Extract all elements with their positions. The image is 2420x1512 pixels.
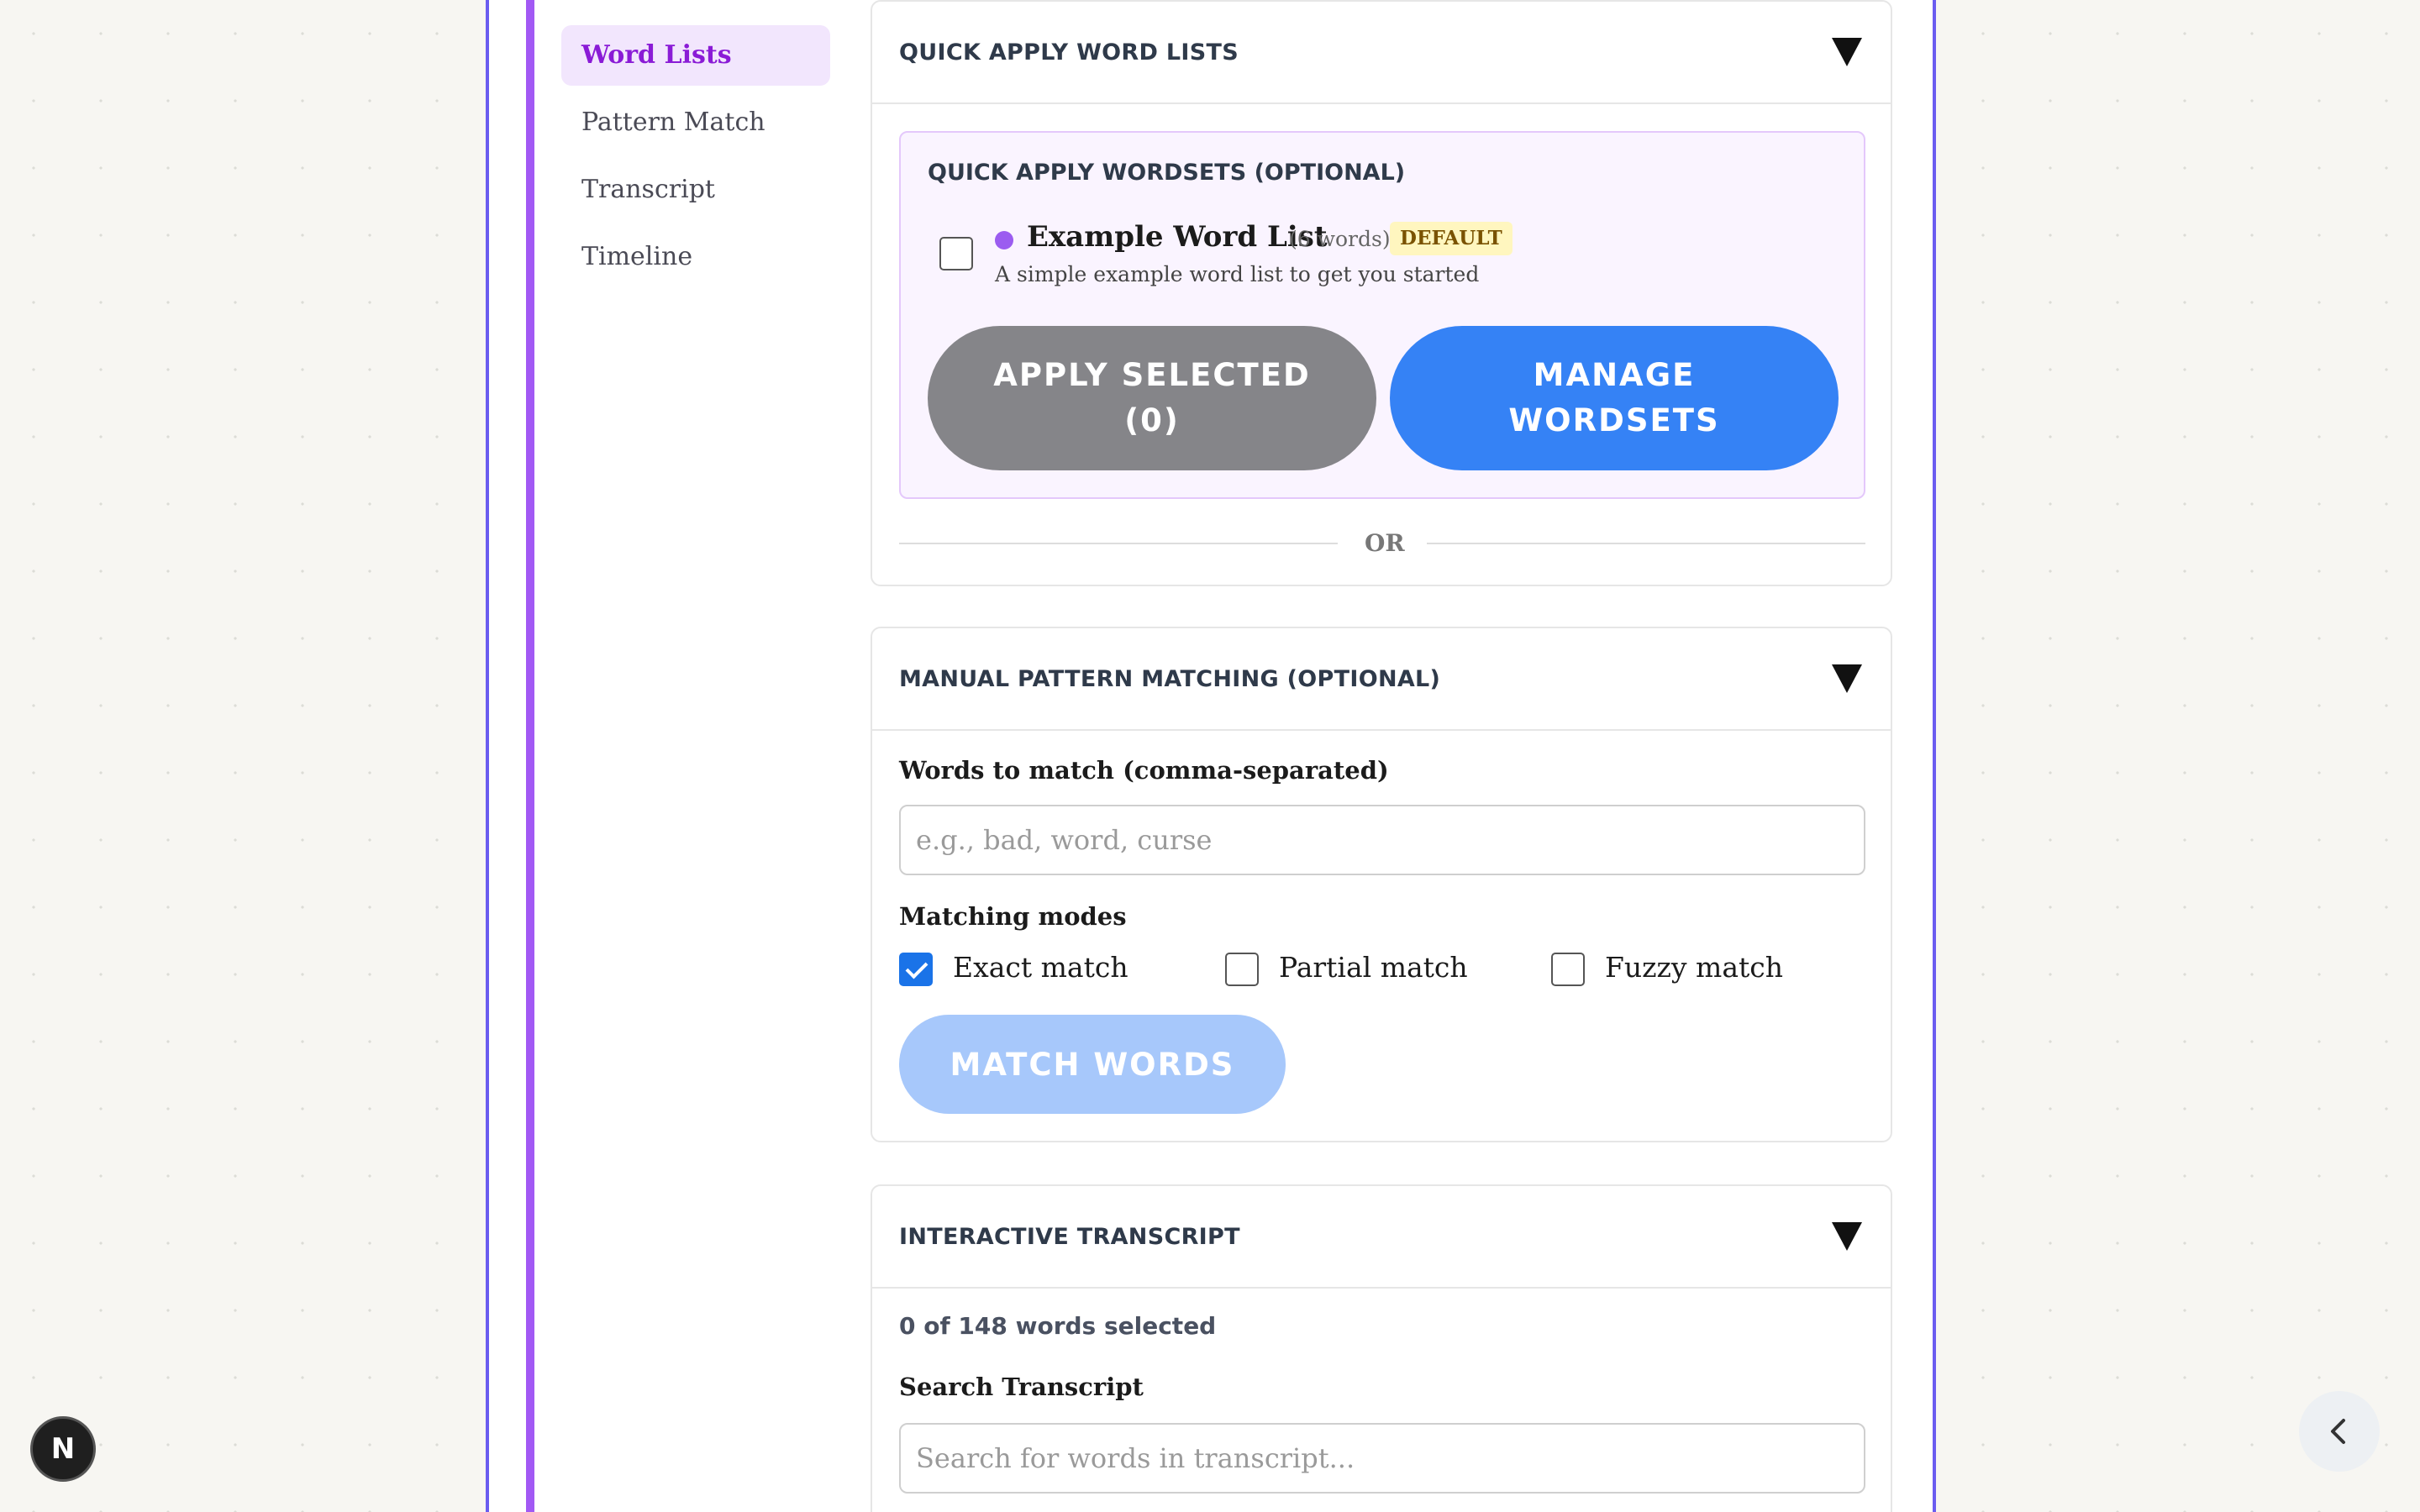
wordset-color-dot bbox=[995, 231, 1013, 249]
search-transcript-input[interactable] bbox=[899, 1423, 1865, 1494]
collapse-caret-icon[interactable] bbox=[1832, 664, 1862, 693]
nextjs-badge[interactable]: N bbox=[30, 1416, 96, 1482]
transcript-panel: INTERACTIVE TRANSCRIPT 0 of 148 words se… bbox=[871, 1184, 1892, 1512]
manage-wordsets-button[interactable]: MANAGE WORDSETS bbox=[1390, 326, 1839, 470]
sidebar-item-word-lists[interactable]: Word Lists bbox=[561, 25, 830, 86]
sidebar-item-transcript[interactable]: Transcript bbox=[561, 160, 830, 220]
sidebar-item-timeline[interactable]: Timeline bbox=[561, 227, 830, 287]
fuzzy-match-label: Fuzzy match bbox=[1605, 951, 1784, 984]
divider-line-right bbox=[1427, 543, 1865, 544]
exact-match-checkbox[interactable] bbox=[899, 953, 933, 986]
chevron-left-icon bbox=[2331, 1419, 2345, 1444]
wordset-count: (6 words) bbox=[1289, 227, 1391, 251]
quick-apply-title: QUICK APPLY WORD LISTS bbox=[899, 39, 1239, 66]
wordset-description: A simple example word list to get you st… bbox=[995, 262, 1480, 286]
divider-line-left bbox=[899, 543, 1338, 544]
wordset-name: Example Word List bbox=[1027, 220, 1328, 254]
or-divider: OR bbox=[899, 528, 1865, 561]
or-text: OR bbox=[1365, 529, 1405, 557]
match-words-button[interactable]: MATCH WORDS bbox=[899, 1015, 1286, 1114]
pattern-matching-title: MANUAL PATTERN MATCHING (OPTIONAL) bbox=[899, 665, 1441, 692]
transcript-header[interactable]: INTERACTIVE TRANSCRIPT bbox=[872, 1186, 1891, 1289]
fuzzy-match-checkbox[interactable] bbox=[1551, 953, 1585, 986]
words-selected-count: 0 of 148 words selected bbox=[899, 1312, 1217, 1340]
default-badge: DEFAULT bbox=[1390, 222, 1512, 255]
accent-bar bbox=[526, 0, 534, 1512]
search-transcript-label: Search Transcript bbox=[899, 1373, 1144, 1401]
transcript-title: INTERACTIVE TRANSCRIPT bbox=[899, 1223, 1240, 1250]
quick-apply-panel: QUICK APPLY WORD LISTS QUICK APPLY WORDS… bbox=[871, 0, 1892, 586]
wordset-checkbox[interactable] bbox=[939, 237, 973, 270]
matching-modes-label: Matching modes bbox=[899, 902, 1127, 931]
exact-match-label: Exact match bbox=[953, 951, 1128, 984]
pattern-matching-panel: MANUAL PATTERN MATCHING (OPTIONAL) Words… bbox=[871, 627, 1892, 1142]
collapse-caret-icon[interactable] bbox=[1832, 38, 1862, 66]
pattern-matching-header[interactable]: MANUAL PATTERN MATCHING (OPTIONAL) bbox=[872, 628, 1891, 731]
wordsets-box: QUICK APPLY WORDSETS (OPTIONAL) Example … bbox=[899, 131, 1865, 499]
words-to-match-label: Words to match (comma-separated) bbox=[899, 756, 1389, 785]
quick-apply-header[interactable]: QUICK APPLY WORD LISTS bbox=[872, 2, 1891, 104]
words-to-match-input[interactable] bbox=[899, 805, 1865, 875]
partial-match-label: Partial match bbox=[1279, 951, 1468, 984]
apply-selected-button[interactable]: APPLY SELECTED (0) bbox=[928, 326, 1376, 470]
collapse-panel-button[interactable] bbox=[2299, 1391, 2380, 1472]
sidebar-item-pattern-match[interactable]: Pattern Match bbox=[561, 92, 830, 153]
wordsets-title: QUICK APPLY WORDSETS (OPTIONAL) bbox=[928, 160, 1406, 186]
partial-match-checkbox[interactable] bbox=[1225, 953, 1259, 986]
collapse-caret-icon[interactable] bbox=[1832, 1222, 1862, 1251]
